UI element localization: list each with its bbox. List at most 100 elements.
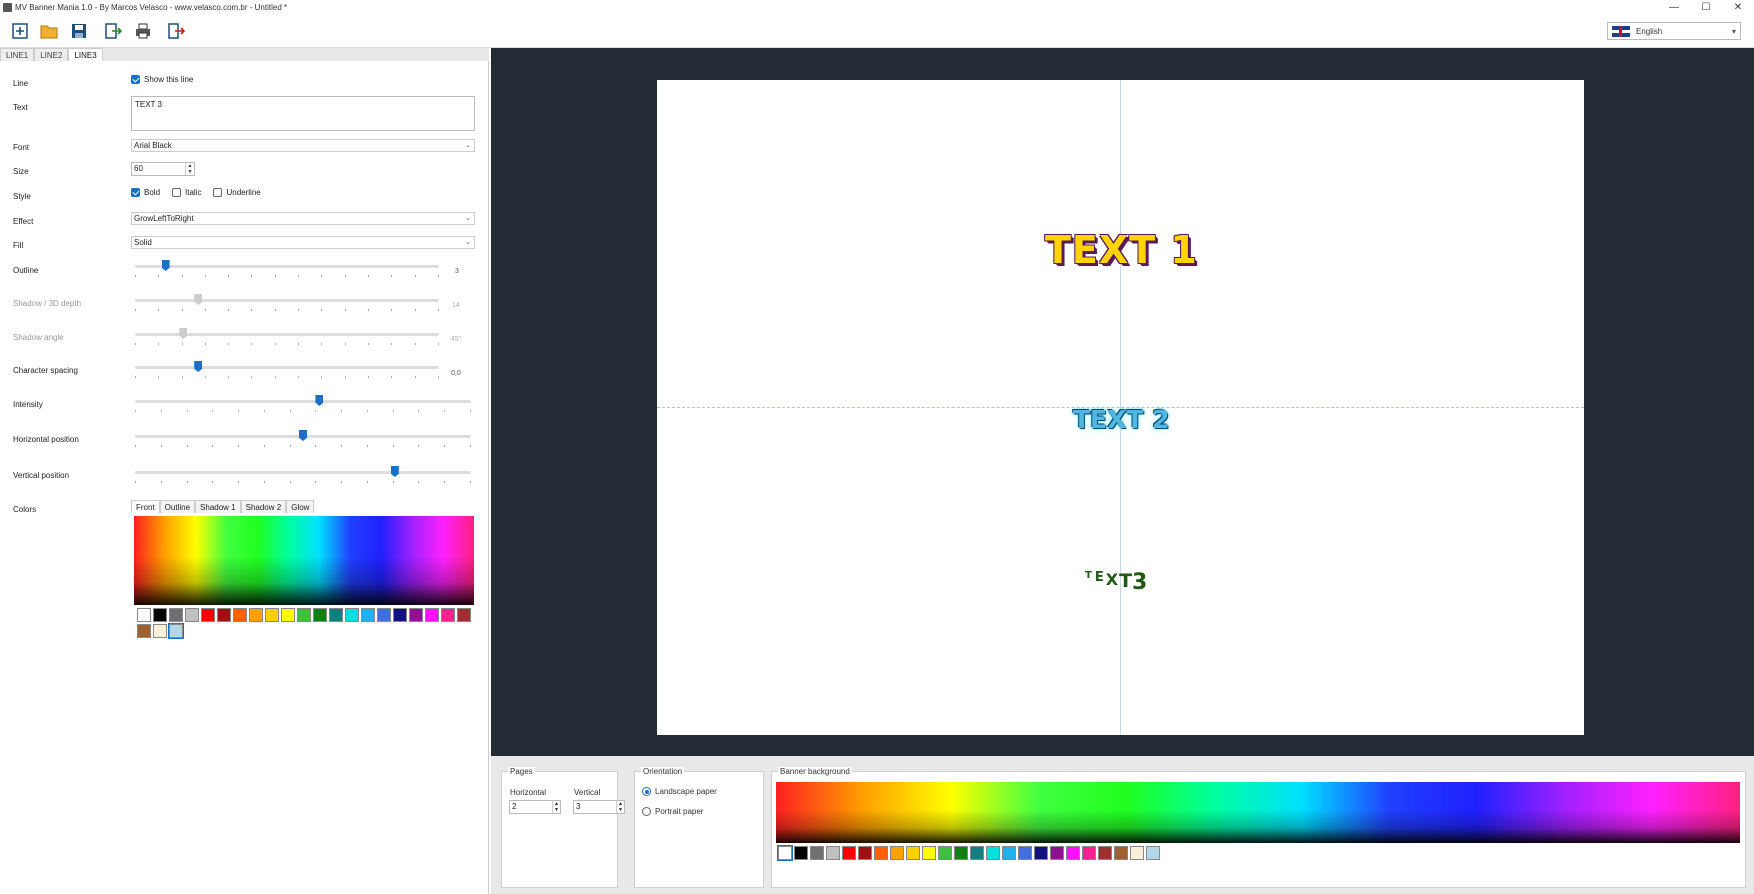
portrait-radio[interactable]: Portrait paper [642, 807, 703, 816]
spinner-arrows-icon[interactable]: ▲ ▼ [552, 801, 560, 813]
color-swatch[interactable] [137, 624, 151, 638]
color-swatch[interactable] [858, 846, 872, 860]
slider-thumb[interactable] [299, 430, 307, 441]
intensity-slider[interactable] [135, 395, 471, 412]
tab-shadow2[interactable]: Shadow 2 [240, 500, 287, 513]
background-color-spectrum[interactable] [776, 782, 1740, 843]
vertical-position-slider[interactable] [135, 466, 471, 483]
color-swatch[interactable] [457, 608, 471, 622]
bold-checkbox[interactable] [131, 188, 140, 197]
effect-select[interactable]: GrowLeftToRight ⌄ [131, 212, 475, 225]
color-swatch[interactable] [1082, 846, 1096, 860]
new-icon[interactable] [11, 22, 29, 40]
checkbox-checked-icon[interactable] [131, 75, 140, 84]
color-swatch[interactable] [409, 608, 423, 622]
color-swatch[interactable] [137, 608, 151, 622]
tab-front[interactable]: Front [131, 500, 160, 513]
character-spacing-slider[interactable] [135, 361, 439, 378]
save-icon[interactable] [70, 22, 88, 40]
color-swatch[interactable] [217, 608, 231, 622]
color-swatch[interactable] [441, 608, 455, 622]
slider-thumb[interactable] [194, 361, 203, 372]
color-swatch[interactable] [1018, 846, 1032, 860]
size-spinner[interactable]: 60 ▲ ▼ [131, 162, 195, 176]
spinner-arrows-icon[interactable]: ▲ ▼ [185, 163, 194, 175]
text-input[interactable]: TEXT 3 [131, 96, 475, 131]
tab-glow[interactable]: Glow [286, 500, 315, 513]
color-swatch[interactable] [874, 846, 888, 860]
color-swatch[interactable] [169, 608, 183, 622]
maximize-button[interactable]: ☐ [1690, 0, 1722, 15]
color-swatch[interactable] [233, 608, 247, 622]
color-swatch[interactable] [425, 608, 439, 622]
horizontal-position-slider[interactable] [135, 430, 471, 447]
underline-checkbox[interactable] [213, 188, 223, 197]
color-swatch[interactable] [361, 608, 375, 622]
print-icon[interactable] [134, 22, 152, 40]
color-swatch[interactable] [345, 608, 359, 622]
italic-checkbox[interactable] [172, 188, 182, 197]
tab-outline[interactable]: Outline [159, 500, 196, 513]
slider-thumb[interactable] [390, 466, 399, 477]
color-swatch[interactable] [249, 608, 263, 622]
fill-select[interactable]: Solid ⌄ [131, 236, 475, 249]
spinner-arrows-icon[interactable]: ▲ ▼ [616, 801, 624, 813]
color-swatch[interactable] [265, 608, 279, 622]
color-swatch[interactable] [1066, 846, 1080, 860]
radio-unselected-icon[interactable] [642, 807, 651, 816]
color-swatch[interactable] [153, 624, 167, 638]
minimize-button[interactable]: — [1658, 0, 1690, 15]
slider-thumb[interactable] [194, 294, 203, 305]
close-button[interactable]: ✕ [1722, 0, 1754, 15]
horizontal-pages-spinner[interactable]: 2 ▲ ▼ [509, 800, 561, 814]
color-swatch[interactable] [794, 846, 808, 860]
color-swatch[interactable] [954, 846, 968, 860]
color-swatch[interactable] [1098, 846, 1112, 860]
color-swatch[interactable] [1050, 846, 1064, 860]
color-swatch[interactable] [1002, 846, 1016, 860]
export-icon[interactable] [104, 22, 122, 40]
shadow-angle-slider[interactable] [135, 328, 439, 345]
color-swatch[interactable] [201, 608, 215, 622]
color-swatch[interactable] [1034, 846, 1048, 860]
color-swatch[interactable] [970, 846, 984, 860]
radio-selected-icon[interactable] [642, 787, 651, 796]
color-swatch[interactable] [938, 846, 952, 860]
color-swatch[interactable] [1114, 846, 1128, 860]
color-swatch[interactable] [986, 846, 1000, 860]
show-line-checkbox[interactable]: Show this line [131, 75, 193, 84]
color-swatch[interactable] [377, 608, 391, 622]
color-swatch[interactable] [168, 623, 184, 639]
color-swatch[interactable] [393, 608, 407, 622]
open-folder-icon[interactable] [40, 22, 58, 40]
color-swatch[interactable] [826, 846, 840, 860]
color-swatch[interactable] [906, 846, 920, 860]
color-swatch[interactable] [922, 846, 936, 860]
landscape-radio[interactable]: Landscape paper [642, 787, 717, 796]
color-swatch[interactable] [1130, 846, 1144, 860]
shadow-depth-slider[interactable] [135, 294, 439, 311]
color-swatch[interactable] [329, 608, 343, 622]
font-select[interactable]: Arial Black ⌄ [131, 139, 475, 152]
slider-thumb[interactable] [179, 328, 188, 339]
outline-slider[interactable] [135, 260, 439, 277]
color-swatch[interactable] [185, 608, 199, 622]
color-swatch[interactable] [842, 846, 856, 860]
text-color-spectrum[interactable] [134, 516, 474, 605]
vertical-pages-spinner[interactable]: 3 ▲ ▼ [573, 800, 625, 814]
color-swatch[interactable] [313, 608, 327, 622]
slider-thumb[interactable] [315, 395, 324, 406]
exit-icon[interactable] [167, 22, 185, 40]
color-swatch[interactable] [297, 608, 311, 622]
banner-canvas[interactable]: TEXT 1 TEXT 2 T E XT3 [657, 80, 1584, 735]
tab-shadow1[interactable]: Shadow 1 [195, 500, 241, 513]
slider-thumb[interactable] [161, 260, 170, 271]
color-swatch[interactable] [777, 845, 793, 861]
color-swatch[interactable] [1146, 846, 1160, 860]
color-swatch[interactable] [153, 608, 167, 622]
color-swatch[interactable] [810, 846, 824, 860]
tab-line2[interactable]: LINE2 [34, 48, 69, 61]
tab-line3[interactable]: LINE3 [68, 48, 103, 61]
language-select[interactable]: English ▾ [1607, 22, 1741, 40]
color-swatch[interactable] [890, 846, 904, 860]
